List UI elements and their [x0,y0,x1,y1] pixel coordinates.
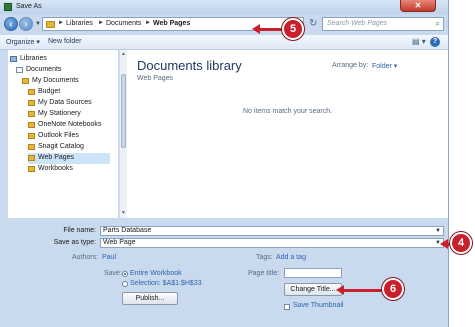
save-as-type-value: Web Page [103,239,136,246]
window-title: Save As [16,3,42,10]
breadcrumb-libraries[interactable]: Libraries [66,20,93,27]
navigation-bar: ‹ › ▼ ► Libraries ► Documents ► Web Page… [0,14,448,34]
scroll-up-icon[interactable]: ▲ [121,51,126,57]
empty-folder-message: No items match your search. [242,108,333,115]
scroll-thumb[interactable] [121,74,126,148]
file-name-value: Parts Database [103,227,152,234]
search-placeholder[interactable]: Search Web Pages [327,20,387,27]
breadcrumb-arrow-icon[interactable]: ► [58,20,64,26]
chevron-down-icon[interactable]: ▼ [435,227,441,235]
forward-button[interactable]: › [19,17,33,31]
folder-icon [28,166,35,172]
sidebar-item-budget[interactable]: Budget [28,87,110,98]
back-button[interactable]: ‹ [4,17,18,31]
save-as-dialog: Save As ✕ ‹ › ▼ ► Libraries ► Documents … [0,0,449,327]
sidebar-item-my-documents[interactable]: My Documents [22,76,110,87]
file-name-row: File name: Parts Database ▼ [0,226,448,236]
folder-icon [22,78,29,84]
sidebar-item-web-pages[interactable]: Web Pages [28,153,110,164]
close-button[interactable]: ✕ [400,0,436,12]
page-title-label: Page title: [248,270,280,277]
sidebar-item-libraries[interactable]: Libraries [10,54,110,65]
excel-app-icon [4,3,12,11]
document-icon [16,67,23,73]
folder-icon [28,122,35,128]
arrange-by-dropdown[interactable]: Folder ▾ [372,62,397,70]
search-box[interactable]: Search Web Pages ⌕ [322,17,444,31]
save-as-type-row: Save as type: Web Page ▼ [0,238,448,248]
tags-input[interactable]: Add a tag [276,254,306,261]
entire-workbook-radio[interactable] [122,271,128,277]
sidebar-item-label: Workbooks [38,165,73,172]
new-folder-button[interactable]: New folder [48,38,81,45]
file-name-label: File name: [63,227,96,234]
save-as-type-select[interactable]: Web Page ▼ [100,238,444,248]
callout-step-4: 4 [450,232,472,254]
callout-arrow-line [342,289,384,292]
sidebar-item-label: Outlook Files [38,132,79,139]
callout-step-5: 5 [282,18,304,40]
library-subtitle: Web Pages [137,75,174,82]
file-name-input[interactable]: Parts Database ▼ [100,226,444,236]
folder-icon [28,111,35,117]
views-icon[interactable]: ▤ ▾ [412,37,426,46]
sidebar-item-label: My Stationery [38,110,81,117]
page-title-input[interactable] [284,268,342,278]
folder-icon [46,21,55,28]
selection-radio[interactable] [122,281,128,287]
title-bar: Save As ✕ [0,0,448,14]
refresh-icon[interactable]: ↻ [309,18,317,29]
sidebar-item-my-stationery[interactable]: My Stationery [28,109,110,120]
sidebar-item-onenote-notebooks[interactable]: OneNote Notebooks [28,120,110,131]
callout-arrow-line [258,28,284,31]
command-toolbar: Organize ▾ New folder ▤ ▾ ? [0,35,448,50]
breadcrumb-arrow-icon[interactable]: ► [145,20,151,26]
scroll-down-icon[interactable]: ▼ [121,210,126,216]
organize-button[interactable]: Organize ▾ [6,38,40,46]
help-icon[interactable]: ? [430,37,440,47]
change-title-button[interactable]: Change Title... [284,283,342,296]
sidebar-item-label: Web Pages [38,154,75,161]
folder-icon [28,89,35,95]
sidebar-item-documents[interactable]: Documents [16,65,110,76]
sidebar-item-outlook-files[interactable]: Outlook Files [28,131,110,142]
callout-step-6: 6 [382,278,404,300]
sidebar-item-label: Documents [26,66,62,73]
save-option-label: Save: [104,270,122,277]
sidebar-item-workbooks[interactable]: Workbooks [28,164,110,175]
file-list-area: Documents library Web Pages Arrange by: … [127,50,448,218]
folder-icon [28,133,35,139]
breadcrumb-arrow-icon[interactable]: ► [98,20,104,26]
selection-label[interactable]: Selection: $A$1:$H$33 [130,280,202,287]
save-thumbnail-label[interactable]: Save Thumbnail [293,302,343,309]
navigation-pane-scrollbar[interactable]: ▲ ▼ [119,50,127,218]
authors-label: Authors: [72,254,99,261]
sidebar-item-label: Snagit Catalog [38,143,84,150]
folder-icon [28,100,35,106]
sidebar-item-label: My Documents [32,77,79,84]
library-icon [10,56,17,62]
sidebar-item-label: Libraries [20,55,47,62]
search-icon[interactable]: ⌕ [436,19,440,29]
sidebar-item-label: My Data Sources [38,99,92,106]
save-thumbnail-checkbox[interactable] [284,304,290,310]
arrange-by-label: Arrange by: [332,62,369,69]
sidebar-item-label: OneNote Notebooks [38,121,102,128]
folder-icon [28,155,35,161]
breadcrumb-web-pages[interactable]: Web Pages [153,20,190,27]
library-title: Documents library [137,58,242,73]
sidebar-item-snagit-catalog[interactable]: Snagit Catalog [28,142,110,153]
sidebar-item-label: Budget [38,88,61,95]
save-as-type-label: Save as type: [53,239,96,246]
folder-icon [28,144,35,150]
sidebar-item-my-data-sources[interactable]: My Data Sources [28,98,110,109]
authors-value[interactable]: Paul [102,254,116,261]
tags-label: Tags: [256,254,273,261]
entire-workbook-label[interactable]: Entire Workbook [130,270,182,277]
recent-locations-chevron-icon[interactable]: ▼ [35,21,41,27]
breadcrumb-documents[interactable]: Documents [106,20,141,27]
navigation-pane: Libraries Documents My Documents Budget … [8,50,119,218]
publish-button[interactable]: Publish... [122,292,178,305]
